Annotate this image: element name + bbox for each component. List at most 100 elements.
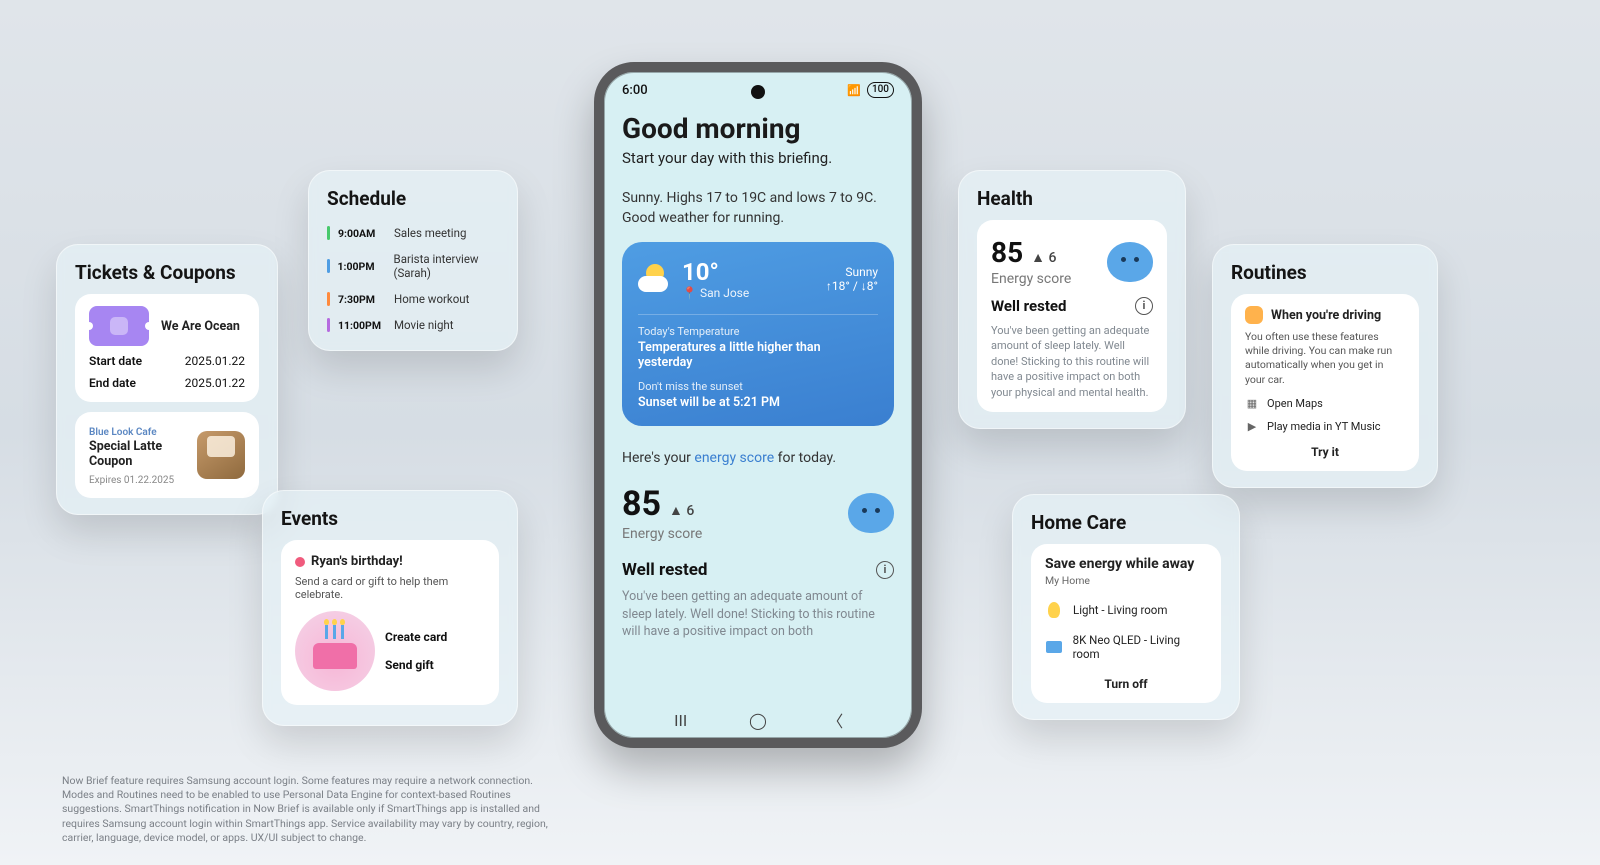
- weather-sunset-text: Sunset will be at 5:21 PM: [638, 395, 878, 410]
- schedule-time: 7:30PM: [338, 293, 386, 306]
- event-dot-icon: [295, 557, 305, 567]
- energy-intro: Here's your energy score for today.: [622, 450, 894, 466]
- weather-location: 📍San Jose: [682, 286, 749, 300]
- birthday-cake-icon: [295, 611, 375, 691]
- create-card-button[interactable]: Create card: [385, 630, 447, 644]
- nav-bar: III ◯ 〈: [604, 710, 912, 730]
- energy-score-row: 85 ▲ 6 Energy score: [622, 484, 894, 542]
- well-rested-title: Well rested i: [622, 560, 894, 580]
- schedule-title: Schedule: [327, 187, 499, 210]
- battery-indicator: 100: [867, 82, 894, 98]
- schedule-color-bar: [327, 259, 330, 273]
- homecare-title: Home Care: [1031, 511, 1221, 534]
- schedule-title-text: Sales meeting: [394, 226, 466, 240]
- health-cloud-icon: [1107, 242, 1153, 282]
- ticket-item[interactable]: We Are Ocean Start date 2025.01.22 End da…: [75, 294, 259, 402]
- health-delta: ▲ 6: [1031, 249, 1056, 266]
- ticket-stub-icon: [89, 306, 149, 346]
- weather-sunset-label: Don't miss the sunset: [638, 380, 878, 393]
- ticket-end-label: End date: [89, 376, 136, 390]
- phone-frame: 6:00 📶 100 Good morning Start your day w…: [594, 62, 922, 748]
- info-icon[interactable]: i: [876, 561, 894, 579]
- event-heading: Ryan's birthday!: [311, 554, 403, 569]
- energy-label: Energy score: [622, 526, 702, 542]
- routine-heading: When you're driving: [1271, 308, 1381, 323]
- lightbulb-icon: [1045, 601, 1063, 619]
- schedule-time: 1:00PM: [338, 260, 386, 273]
- schedule-color-bar: [327, 318, 330, 332]
- homecare-light-item[interactable]: Light - Living room: [1045, 601, 1207, 619]
- schedule-time: 9:00AM: [338, 227, 386, 240]
- routine-item-music[interactable]: ▶Play media in YT Music: [1245, 420, 1405, 433]
- back-button[interactable]: 〈: [825, 710, 845, 730]
- events-title: Events: [281, 507, 499, 530]
- routine-item-maps[interactable]: ▦Open Maps: [1245, 397, 1405, 410]
- home-button[interactable]: ◯: [748, 710, 768, 730]
- schedule-item[interactable]: 9:00AM Sales meeting: [327, 220, 499, 246]
- weather-card[interactable]: 10° 📍San Jose Sunny ↑18° / ↓8° Today's T…: [622, 242, 894, 426]
- turn-off-button[interactable]: Turn off: [1045, 677, 1207, 691]
- coupon-expires: Expires 01.22.2025: [89, 475, 187, 486]
- weather-summary: Sunny. Highs 17 to 19C and lows 7 to 9C.…: [622, 189, 894, 228]
- homecare-card: Home Care Save energy while away My Home…: [1012, 494, 1240, 720]
- health-score: 85: [991, 236, 1023, 269]
- schedule-item[interactable]: 7:30PM Home workout: [327, 286, 499, 312]
- tv-icon: [1045, 638, 1063, 656]
- well-rested-text: You've been getting an adequate amount o…: [622, 588, 894, 641]
- health-title: Health: [977, 187, 1167, 210]
- weather-hilo: ↑18° / ↓8°: [826, 279, 878, 293]
- greeting-subtitle: Start your day with this briefing.: [622, 149, 894, 167]
- routines-card: Routines When you're driving You often u…: [1212, 244, 1438, 488]
- energy-delta: ▲ 6: [669, 502, 694, 519]
- schedule-item[interactable]: 1:00PM Barista interview (Sarah): [327, 246, 499, 286]
- health-card: Health 85▲ 6 Energy score Well rested i …: [958, 170, 1186, 429]
- energy-score: 85: [622, 484, 661, 524]
- info-icon[interactable]: i: [1135, 297, 1153, 315]
- schedule-time: 11:00PM: [338, 319, 386, 332]
- grid-icon: ▦: [1245, 397, 1259, 410]
- schedule-item[interactable]: 11:00PM Movie night: [327, 312, 499, 338]
- health-rested-text: You've been getting an adequate amount o…: [991, 323, 1153, 400]
- routine-driving-icon: [1245, 306, 1263, 324]
- latte-image-icon: [197, 431, 245, 479]
- ticket-start-label: Start date: [89, 354, 142, 368]
- health-score-label: Energy score: [991, 271, 1071, 287]
- weather-condition: Sunny: [826, 265, 878, 279]
- schedule-color-bar: [327, 292, 330, 306]
- status-time: 6:00: [622, 83, 648, 98]
- send-gift-button[interactable]: Send gift: [385, 658, 447, 672]
- schedule-color-bar: [327, 226, 330, 240]
- recents-button[interactable]: III: [671, 710, 691, 730]
- homecare-tv-item[interactable]: 8K Neo QLED - Living room: [1045, 633, 1207, 661]
- coupon-name: Special Latte Coupon: [89, 439, 187, 469]
- schedule-title-text: Movie night: [394, 318, 454, 332]
- schedule-card: Schedule 9:00AM Sales meeting 1:00PM Bar…: [308, 170, 518, 351]
- coupon-brand: Blue Look Cafe: [89, 427, 157, 438]
- ticket-start-value: 2025.01.22: [185, 354, 245, 368]
- ticket-end-value: 2025.01.22: [185, 376, 245, 390]
- coupon-item[interactable]: Blue Look Cafe Special Latte Coupon Expi…: [75, 412, 259, 498]
- events-card: Events Ryan's birthday! Send a card or g…: [262, 490, 518, 726]
- tickets-card: Tickets & Coupons We Are Ocean Start dat…: [56, 244, 278, 515]
- greeting-title: Good morning: [622, 112, 894, 145]
- homecare-sub: My Home: [1045, 574, 1207, 587]
- routines-title: Routines: [1231, 261, 1419, 284]
- weather-today-text: Temperatures a little higher than yester…: [638, 340, 878, 370]
- disclaimer-text: Now Brief feature requires Samsung accou…: [62, 774, 562, 845]
- try-it-button[interactable]: Try it: [1245, 445, 1405, 459]
- routine-sub: You often use these features while drivi…: [1245, 330, 1405, 387]
- schedule-title-text: Barista interview (Sarah): [394, 252, 499, 280]
- network-icon: 📶: [847, 84, 861, 97]
- energy-cloud-icon: [848, 493, 894, 533]
- play-icon: ▶: [1245, 420, 1259, 433]
- weather-temp: 10°: [682, 258, 749, 286]
- sunny-cloud-icon: [638, 262, 672, 296]
- ticket-event-name: We Are Ocean: [161, 319, 240, 334]
- energy-score-link[interactable]: energy score: [694, 450, 774, 466]
- health-rested-title: Well rested: [991, 297, 1066, 315]
- front-camera-icon: [751, 85, 765, 99]
- schedule-title-text: Home workout: [394, 292, 469, 306]
- homecare-heading: Save energy while away: [1045, 556, 1207, 572]
- event-sub: Send a card or gift to help them celebra…: [295, 575, 485, 601]
- weather-today-label: Today's Temperature: [638, 325, 878, 338]
